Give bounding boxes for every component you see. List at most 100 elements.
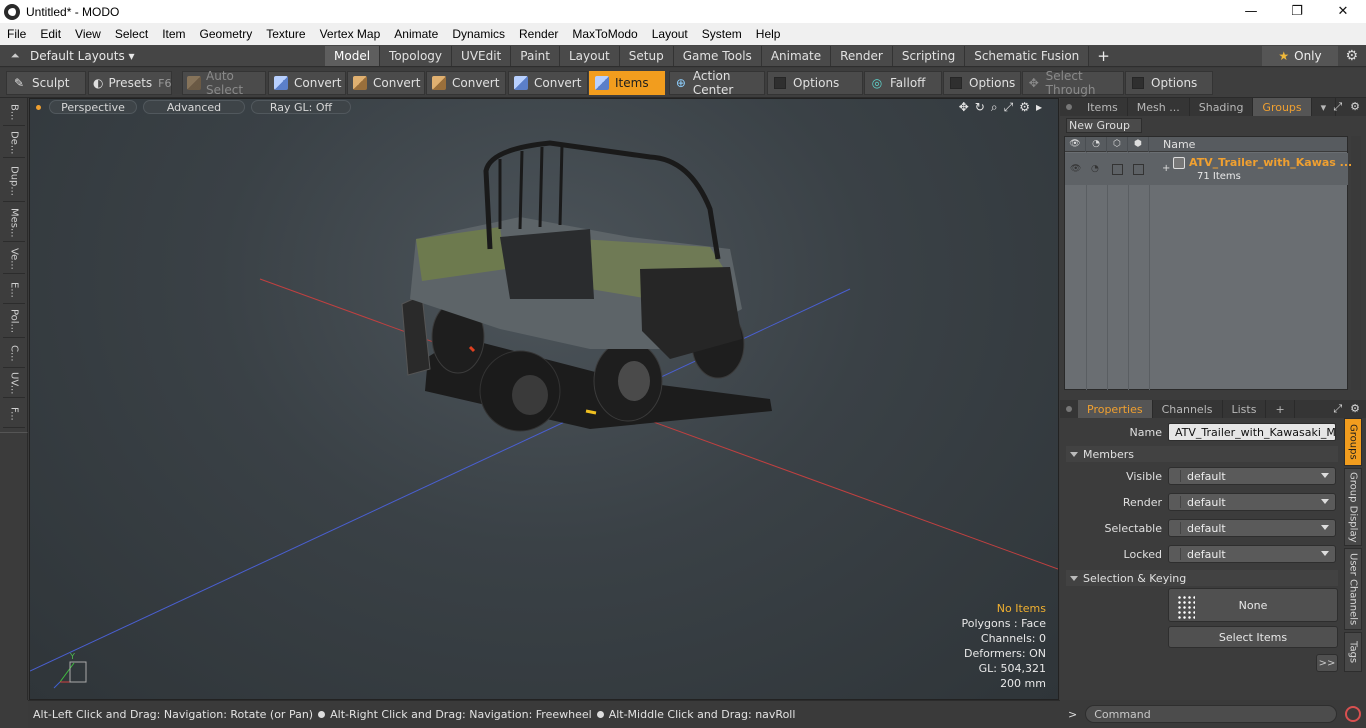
side-tab-group-display[interactable]: Group Display <box>1344 468 1362 546</box>
perspective-dropdown[interactable]: Perspective <box>49 100 137 114</box>
name-column-header[interactable]: Name <box>1149 138 1195 151</box>
tab-layout[interactable]: Layout <box>559 45 620 66</box>
falloff-button[interactable]: ◎ Falloff <box>864 71 942 95</box>
convert-button-3[interactable]: Convert <box>426 71 506 95</box>
add-tab-button[interactable]: + <box>1266 400 1295 418</box>
sculpt-button[interactable]: ✎ Sculpt <box>6 71 86 95</box>
locked-dropdown[interactable]: default <box>1168 545 1336 563</box>
atv-trailer-model[interactable] <box>401 140 772 432</box>
convert-button-2[interactable]: Convert <box>347 71 425 95</box>
row-render-icon[interactable]: ◔ <box>1091 164 1102 175</box>
menu-maxtomodo[interactable]: MaxToModo <box>565 23 644 45</box>
record-macro-icon[interactable] <box>1345 706 1362 722</box>
menu-item[interactable]: Item <box>155 23 192 45</box>
tab-channels[interactable]: Channels <box>1153 400 1223 418</box>
only-toggle[interactable]: ★ Only <box>1262 46 1338 66</box>
tab-render[interactable]: Render <box>831 45 893 66</box>
options-button-1[interactable]: Options <box>767 71 863 95</box>
maximize-panel-icon[interactable]: ⤢ <box>1333 100 1342 114</box>
tab-properties[interactable]: Properties <box>1078 400 1153 418</box>
left-tab-polygon[interactable]: Pol... <box>3 306 25 338</box>
visibility-column-icon[interactable]: 👁 <box>1065 136 1086 152</box>
advanced-dropdown[interactable]: Advanced <box>143 100 245 114</box>
items-button[interactable]: Items <box>589 71 665 95</box>
command-input[interactable]: Command <box>1085 705 1338 723</box>
left-tab-duplicate[interactable]: Dup... <box>3 160 25 202</box>
left-tab-basic[interactable]: B... <box>3 100 25 126</box>
3d-viewport[interactable]: Y Perspective Advanced Ray GL: Off ✥ ↻ ⌕… <box>29 98 1059 700</box>
expand-group-button[interactable]: + <box>1162 163 1170 174</box>
layout-switch-icon[interactable]: ⏶ <box>8 49 22 63</box>
tab-setup[interactable]: Setup <box>619 45 674 66</box>
panel-grip-icon[interactable] <box>1066 406 1072 412</box>
menu-vertex-map[interactable]: Vertex Map <box>313 23 388 45</box>
menu-render[interactable]: Render <box>512 23 565 45</box>
left-tab-curve[interactable]: C... <box>3 340 25 368</box>
left-tab-deform[interactable]: De... <box>3 128 25 158</box>
more-button[interactable]: >> <box>1316 654 1338 672</box>
menu-file[interactable]: File <box>0 23 33 45</box>
pan-icon[interactable]: ✥ <box>959 100 969 115</box>
tab-lists[interactable]: Lists <box>1223 400 1267 418</box>
row-select-toggle[interactable] <box>1112 164 1123 175</box>
default-layouts-dropdown[interactable]: Default Layouts ▾ <box>30 49 135 63</box>
convert-button-4[interactable]: Convert <box>508 71 588 95</box>
maximize-button[interactable]: ❐ <box>1274 0 1320 23</box>
action-center-button[interactable]: ⊕ Action Center <box>669 69 765 97</box>
zoom-icon[interactable]: ⌕ <box>991 100 998 115</box>
tab-schematic-fusion[interactable]: Schematic Fusion <box>965 45 1090 66</box>
tab-paint[interactable]: Paint <box>511 45 560 66</box>
auto-select-button[interactable]: Auto Select <box>182 69 266 97</box>
panel-grip-icon[interactable] <box>1066 104 1072 110</box>
raygl-toggle[interactable]: Ray GL: Off <box>251 100 351 114</box>
tab-model[interactable]: Model <box>325 45 381 66</box>
menu-layout[interactable]: Layout <box>645 23 695 45</box>
tab-mesh[interactable]: Mesh ... <box>1128 98 1190 116</box>
members-section[interactable]: Members <box>1066 446 1338 462</box>
menu-dynamics[interactable]: Dynamics <box>445 23 512 45</box>
tab-game-tools[interactable]: Game Tools <box>673 45 762 66</box>
close-button[interactable]: ✕ <box>1320 0 1366 23</box>
menu-geometry[interactable]: Geometry <box>193 23 260 45</box>
left-tab-vertex[interactable]: Ve... <box>3 244 25 274</box>
expand-arrow-icon[interactable]: ▸ <box>1036 100 1042 115</box>
group-list-scrollbar[interactable] <box>1351 136 1361 390</box>
panel-gear-icon[interactable]: ⚙ <box>1350 100 1360 114</box>
tab-shading[interactable]: Shading <box>1190 98 1254 116</box>
fit-icon[interactable]: ⤢ <box>1004 100 1014 115</box>
tab-items[interactable]: Items <box>1078 98 1128 116</box>
menu-select[interactable]: Select <box>108 23 155 45</box>
select-through-button[interactable]: ✥ Select Through <box>1022 69 1124 97</box>
maximize-panel-icon[interactable]: ⤢ <box>1333 402 1342 416</box>
gear-icon[interactable]: ⚙ <box>1345 48 1358 64</box>
presets-button[interactable]: ◐ Presets F6 <box>88 71 172 95</box>
tab-animate[interactable]: Animate <box>761 45 832 66</box>
tab-uvedit[interactable]: UVEdit <box>452 45 512 66</box>
row-lock-toggle[interactable] <box>1133 164 1144 175</box>
none-keying-button[interactable]: None <box>1168 588 1338 622</box>
menu-system[interactable]: System <box>695 23 749 45</box>
tab-topology[interactable]: Topology <box>380 45 453 66</box>
left-tab-fusion[interactable]: F... <box>3 400 25 428</box>
options-button-3[interactable]: Options <box>1125 71 1213 95</box>
tab-scripting[interactable]: Scripting <box>892 45 966 66</box>
menu-edit[interactable]: Edit <box>33 23 68 45</box>
viewport-gear-icon[interactable]: ⚙ <box>1019 100 1030 115</box>
visible-dropdown[interactable]: default <box>1168 467 1336 485</box>
render-dropdown[interactable]: default <box>1168 493 1336 511</box>
selection-keying-section[interactable]: Selection & Keying <box>1066 570 1338 586</box>
options-button-2[interactable]: Options <box>943 71 1021 95</box>
selectable-dropdown[interactable]: default <box>1168 519 1336 537</box>
menu-texture[interactable]: Texture <box>259 23 312 45</box>
menu-animate[interactable]: Animate <box>387 23 445 45</box>
panel-gear-icon[interactable]: ⚙ <box>1350 402 1360 416</box>
left-tab-mesh-edit[interactable]: Mes... <box>3 204 25 242</box>
menu-help[interactable]: Help <box>749 23 788 45</box>
render-column-icon[interactable]: ◔ <box>1086 136 1107 152</box>
select-items-button[interactable]: Select Items <box>1168 626 1338 648</box>
add-tab-button[interactable]: + <box>1097 47 1110 65</box>
left-tab-edge[interactable]: E... <box>3 276 25 304</box>
tab-groups[interactable]: Groups <box>1253 98 1312 116</box>
side-tab-user-channels[interactable]: User Channels <box>1344 548 1362 630</box>
viewport-menu-dot[interactable] <box>36 104 41 110</box>
